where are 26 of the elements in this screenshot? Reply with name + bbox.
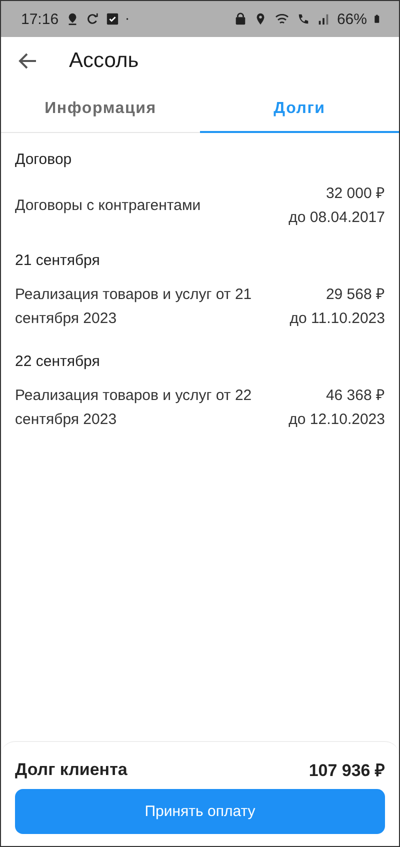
- signal-icon: [316, 12, 330, 26]
- battery-percent: 66%: [336, 10, 367, 28]
- sync-icon: [86, 12, 99, 26]
- document-name: Договоры с контрагентами: [15, 196, 201, 216]
- wifi-icon: [274, 12, 290, 26]
- lock-icon: [234, 12, 247, 26]
- status-time: 17:16: [21, 10, 59, 28]
- due-date: до 08.04.2017: [288, 208, 385, 228]
- debt-amount: 32 000 ₽: [326, 184, 385, 204]
- accept-payment-button[interactable]: Принять оплату: [15, 789, 385, 834]
- page-title: Ассоль: [69, 49, 139, 73]
- group-heading: 21 сентября: [15, 251, 101, 271]
- due-date: до 11.10.2023: [290, 309, 385, 329]
- total-amount: 107 936 ₽: [308, 760, 385, 781]
- debt-amount: 46 368 ₽: [326, 386, 385, 406]
- group-heading: Договор: [15, 150, 73, 170]
- checkbox-icon: [106, 12, 119, 26]
- group-heading: 22 сентября: [15, 352, 101, 372]
- document-name: Реализация товаров и услуг от 22 сентября 2023: [15, 386, 253, 430]
- total-label: Долг клиента: [15, 760, 128, 780]
- document-name: Реализация товаров и услуг от 21 сентября 2023: [15, 285, 253, 329]
- tab[interactable]: Информация: [1, 87, 200, 133]
- tab[interactable]: Долги: [200, 87, 399, 133]
- due-date: до 12.10.2023: [288, 410, 385, 430]
- debt-amount: 29 568 ₽: [326, 285, 385, 305]
- call-icon: [296, 12, 310, 26]
